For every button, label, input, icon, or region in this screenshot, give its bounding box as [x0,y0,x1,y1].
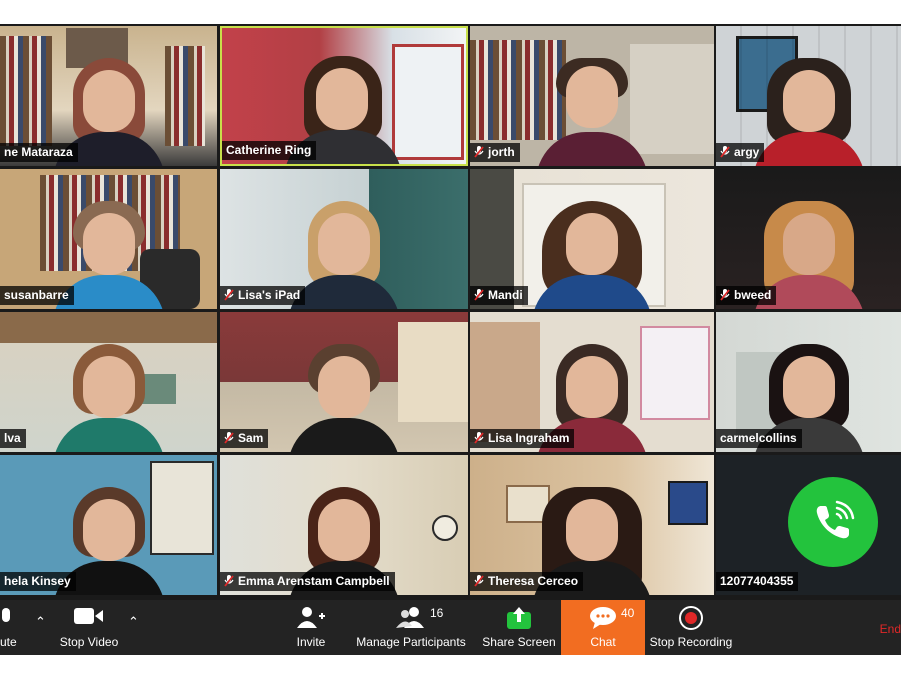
mic-muted-icon [720,146,730,158]
participant-name-label: Sam [220,429,269,448]
participant-name-label: Lisa's iPad [220,286,306,305]
meeting-toolbar: ute ⌃ Stop Video ⌃ Invite 16 Manage Part… [0,600,901,655]
mic-muted-icon [474,146,484,158]
mute-button[interactable]: ute [0,600,24,655]
participant-tile[interactable]: Theresa Cerceo [470,455,714,595]
share-screen-button[interactable]: Share Screen [480,600,558,655]
participant-tile[interactable]: jorth [470,26,714,166]
participant-tile[interactable]: susanbarre [0,169,217,309]
participant-name-label: susanbarre [0,286,74,305]
record-icon [679,606,703,633]
video-camera-icon [74,606,104,629]
participant-name-label: Lisa Ingraham [470,429,575,448]
participant-name-label: bweed [716,286,777,305]
participant-name-label: Emma Arenstam Campbell [220,572,395,591]
mic-muted-icon [720,289,730,301]
participant-tile[interactable]: Lisa's iPad [220,169,468,309]
participant-tile[interactable]: Sam [220,312,468,452]
stop-recording-button[interactable]: Stop Recording [648,600,734,655]
participant-tile[interactable]: argy [716,26,901,166]
participant-name-label: argy [716,143,765,162]
phone-icon [788,477,878,567]
participant-name-label: Theresa Cerceo [470,572,584,591]
mic-muted-icon [224,289,234,301]
participant-tile[interactable]: Lisa Ingraham [470,312,714,452]
participant-name-label: ne Mataraza [0,143,78,162]
chat-bubble-icon [589,606,617,633]
participant-name-label: carmelcollins [716,429,802,448]
participant-tile[interactable]: carmelcollins [716,312,901,452]
participant-name-label: 12077404355 [716,572,799,591]
participant-tile[interactable]: Mandi [470,169,714,309]
mic-muted-icon [474,575,484,587]
participant-tile-phone[interactable]: 12077404355 [716,455,901,595]
participant-name-label: jorth [470,143,520,162]
participants-icon [396,606,426,631]
video-options-caret-icon[interactable]: ⌃ [128,614,139,630]
participants-count: 16 [430,606,444,620]
microphone-icon [2,606,12,631]
participant-tile[interactable]: hela Kinsey [0,455,217,595]
video-gallery: ne Mataraza Catherine Ring jorth argy su… [0,24,901,600]
end-meeting-button[interactable]: End [880,622,901,636]
manage-participants-button[interactable]: 16 Manage Participants [354,600,468,655]
mic-muted-icon [224,432,234,444]
participant-tile[interactable]: Emma Arenstam Campbell [220,455,468,595]
chat-button[interactable]: 40 Chat [561,600,645,655]
add-person-icon [297,606,325,631]
audio-options-caret-icon[interactable]: ⌃ [35,614,46,630]
share-screen-icon [506,606,532,633]
participant-tile[interactable]: bweed [716,169,901,309]
participant-tile[interactable]: ne Mataraza [0,26,217,166]
participant-name-label: Mandi [470,286,528,305]
participant-tile[interactable]: lva [0,312,217,452]
participant-name-label: lva [0,429,26,448]
mic-muted-icon [474,289,484,301]
invite-button[interactable]: Invite [290,600,332,655]
stop-video-button[interactable]: Stop Video [55,600,123,655]
participant-name-label: hela Kinsey [0,572,76,591]
participant-name-label: Catherine Ring [222,141,317,160]
mic-muted-icon [474,432,484,444]
participant-tile-active-speaker[interactable]: Catherine Ring [220,26,468,166]
video-feed [0,312,217,452]
chat-unread-count: 40 [621,606,635,620]
mic-muted-icon [224,575,234,587]
